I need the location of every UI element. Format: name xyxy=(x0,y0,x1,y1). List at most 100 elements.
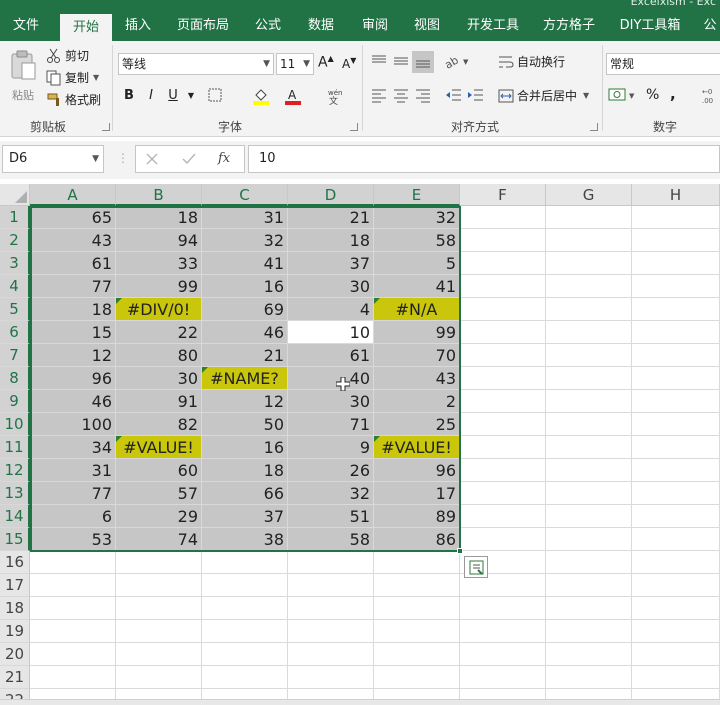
empty-cell[interactable] xyxy=(546,298,632,321)
row-header[interactable]: 17 xyxy=(0,574,30,597)
cell[interactable]: 6 xyxy=(30,505,116,528)
empty-cell[interactable] xyxy=(460,252,546,275)
cell[interactable]: 82 xyxy=(116,413,202,436)
empty-cell[interactable] xyxy=(460,367,546,390)
error-cell[interactable]: #VALUE! xyxy=(116,436,202,459)
empty-cell[interactable] xyxy=(546,620,632,643)
empty-cell[interactable] xyxy=(632,390,720,413)
cell[interactable]: 33 xyxy=(116,252,202,275)
cell[interactable]: 37 xyxy=(202,505,288,528)
cell[interactable]: 18 xyxy=(30,298,116,321)
cell[interactable]: 12 xyxy=(30,344,116,367)
empty-cell[interactable] xyxy=(374,643,460,666)
empty-cell[interactable] xyxy=(30,620,116,643)
cell[interactable]: 32 xyxy=(374,206,460,229)
cell[interactable]: 31 xyxy=(202,206,288,229)
row-header[interactable]: 15 xyxy=(0,528,30,551)
cell[interactable]: 25 xyxy=(374,413,460,436)
empty-cell[interactable] xyxy=(288,551,374,574)
empty-cell[interactable] xyxy=(546,528,632,551)
row-header[interactable]: 7 xyxy=(0,344,30,367)
cell[interactable]: 57 xyxy=(116,482,202,505)
align-left-icon[interactable] xyxy=(370,87,388,103)
column-header[interactable]: H xyxy=(632,184,720,206)
tab-view[interactable]: 视图 xyxy=(404,10,450,41)
italic-button[interactable]: I xyxy=(142,87,160,105)
empty-cell[interactable] xyxy=(374,574,460,597)
tab-file[interactable]: 文件 xyxy=(0,10,52,41)
decrease-font-button[interactable]: A▼ xyxy=(342,56,356,71)
cell[interactable]: 71 xyxy=(288,413,374,436)
empty-cell[interactable] xyxy=(288,666,374,689)
cell[interactable]: 53 xyxy=(30,528,116,551)
increase-font-button[interactable]: A▲ xyxy=(318,54,334,71)
empty-cell[interactable] xyxy=(632,574,720,597)
borders-button[interactable] xyxy=(206,87,224,105)
empty-cell[interactable] xyxy=(460,505,546,528)
cell[interactable]: 65 xyxy=(30,206,116,229)
cell[interactable]: 66 xyxy=(202,482,288,505)
empty-cell[interactable] xyxy=(116,643,202,666)
row-header[interactable]: 12 xyxy=(0,459,30,482)
cell[interactable]: 89 xyxy=(374,505,460,528)
cell[interactable]: 91 xyxy=(116,390,202,413)
empty-cell[interactable] xyxy=(546,413,632,436)
empty-cell[interactable] xyxy=(632,528,720,551)
cell[interactable]: 21 xyxy=(202,344,288,367)
empty-cell[interactable] xyxy=(460,298,546,321)
cancel-icon[interactable] xyxy=(146,153,158,165)
cell[interactable]: 2 xyxy=(374,390,460,413)
cell[interactable]: 32 xyxy=(202,229,288,252)
empty-cell[interactable] xyxy=(546,597,632,620)
cell[interactable]: 69 xyxy=(202,298,288,321)
empty-cell[interactable] xyxy=(288,597,374,620)
cell[interactable]: 58 xyxy=(374,229,460,252)
empty-cell[interactable] xyxy=(546,666,632,689)
name-box[interactable]: D6 ▼ xyxy=(2,145,104,173)
empty-cell[interactable] xyxy=(202,666,288,689)
empty-cell[interactable] xyxy=(632,413,720,436)
empty-cell[interactable] xyxy=(546,229,632,252)
alignment-launcher-icon[interactable] xyxy=(590,123,598,131)
empty-cell[interactable] xyxy=(374,597,460,620)
row-header[interactable]: 21 xyxy=(0,666,30,689)
empty-cell[interactable] xyxy=(460,482,546,505)
column-header[interactable]: C xyxy=(202,184,288,206)
cell[interactable]: 16 xyxy=(202,275,288,298)
row-header[interactable]: 20 xyxy=(0,643,30,666)
bold-button[interactable]: B xyxy=(120,87,138,105)
cell[interactable]: 74 xyxy=(116,528,202,551)
empty-cell[interactable] xyxy=(460,620,546,643)
font-color-button[interactable]: A xyxy=(284,87,302,105)
chevron-down-icon[interactable]: ▼ xyxy=(583,91,589,100)
row-header[interactable]: 13 xyxy=(0,482,30,505)
tab-diy-toolbox[interactable]: DIY工具箱 xyxy=(612,10,688,41)
empty-cell[interactable] xyxy=(116,666,202,689)
cell[interactable]: 37 xyxy=(288,252,374,275)
tab-truncated[interactable]: 公 xyxy=(700,10,720,41)
cell[interactable]: 86 xyxy=(374,528,460,551)
empty-cell[interactable] xyxy=(30,551,116,574)
font-name-select[interactable]: 等线 ▼ xyxy=(118,53,274,75)
empty-cell[interactable] xyxy=(460,528,546,551)
cell[interactable]: 34 xyxy=(30,436,116,459)
font-size-select[interactable]: 11 ▼ xyxy=(276,53,314,75)
cell[interactable]: 94 xyxy=(116,229,202,252)
cell[interactable]: 60 xyxy=(116,459,202,482)
row-header[interactable]: 1 xyxy=(0,206,30,229)
empty-cell[interactable] xyxy=(546,206,632,229)
empty-cell[interactable] xyxy=(632,252,720,275)
copy-button[interactable]: 复制 ▼ xyxy=(46,69,99,86)
empty-cell[interactable] xyxy=(288,643,374,666)
cell[interactable]: 77 xyxy=(30,275,116,298)
empty-cell[interactable] xyxy=(546,643,632,666)
column-header[interactable]: D xyxy=(288,184,374,206)
tab-formulas[interactable]: 公式 xyxy=(246,10,290,41)
cell[interactable]: 46 xyxy=(202,321,288,344)
empty-cell[interactable] xyxy=(546,275,632,298)
empty-cell[interactable] xyxy=(202,620,288,643)
column-header[interactable]: E xyxy=(374,184,460,206)
cell[interactable]: 96 xyxy=(30,367,116,390)
cell[interactable]: 22 xyxy=(116,321,202,344)
tab-insert[interactable]: 插入 xyxy=(114,10,162,41)
